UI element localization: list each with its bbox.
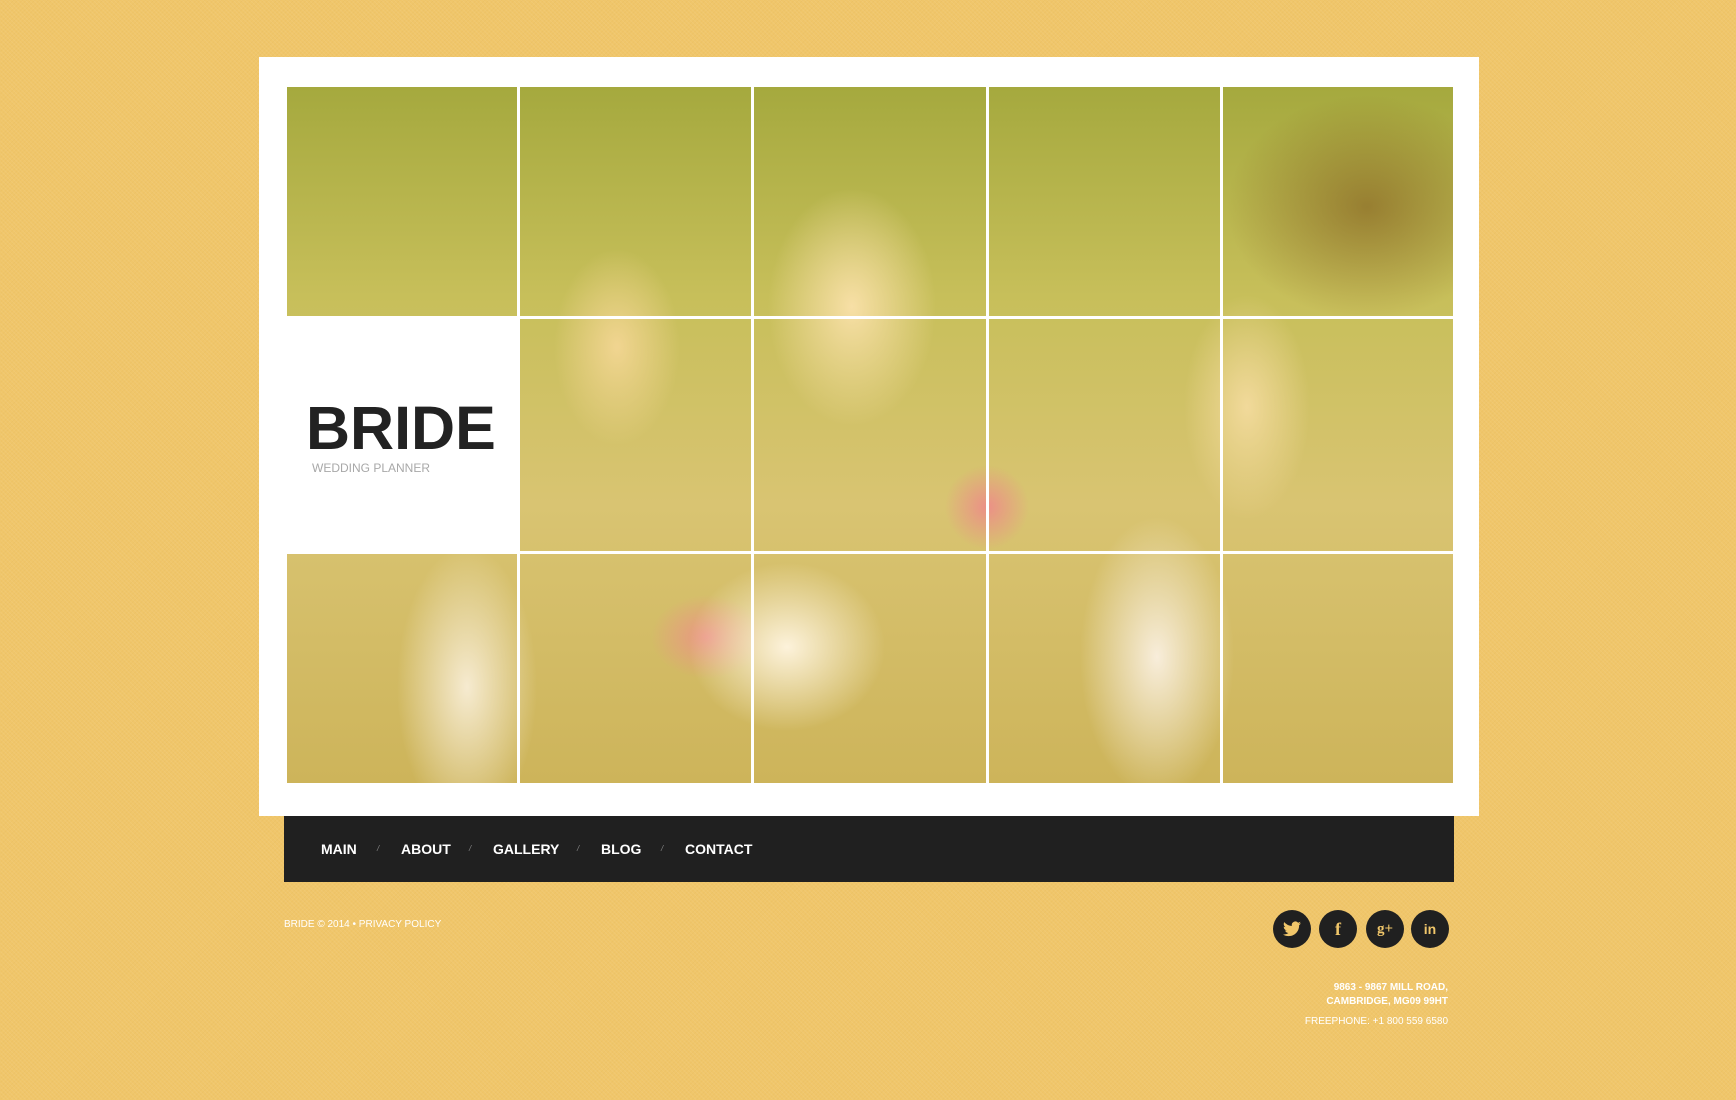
hero-image-tile [520, 554, 751, 783]
nav-separator: / [577, 844, 580, 853]
logo-title[interactable]: BRIDE [306, 398, 496, 459]
main-nav: MAIN / ABOUT / GALLERY / BLOG / CONTACT [284, 816, 1454, 882]
hero-image-tile [1223, 554, 1453, 783]
nav-separator: / [661, 844, 664, 853]
hero-image-tile [754, 87, 986, 316]
copyright-text: BRIDE © 2014 • [284, 919, 357, 930]
hero-image-tile [520, 319, 751, 551]
twitter-icon [1283, 921, 1301, 937]
facebook-button[interactable]: f [1319, 910, 1357, 948]
hero-image-tile [287, 554, 517, 783]
hero-image-tile [1223, 319, 1453, 551]
logo-subtitle: WEDDING PLANNER [312, 461, 431, 475]
linkedin-icon: in [1423, 921, 1437, 937]
google-plus-button[interactable]: g+ [1366, 910, 1404, 948]
nav-item-gallery[interactable]: GALLERY [493, 841, 559, 857]
nav-item-blog[interactable]: BLOG [601, 841, 641, 857]
nav-item-about[interactable]: ABOUT [401, 841, 451, 857]
hero-image-tile [989, 319, 1220, 551]
hero-image-tile [989, 87, 1220, 316]
facebook-icon: f [1335, 918, 1341, 939]
nav-separator: / [377, 844, 380, 853]
address-line-2: CAMBRIDGE, MG09 99HT [1326, 996, 1448, 1007]
address-line-1: 9863 - 9867 MILL ROAD, [1333, 982, 1448, 993]
google-plus-icon: g+ [1376, 920, 1394, 937]
hero-image-tile [989, 554, 1220, 783]
nav-item-main[interactable]: MAIN [321, 841, 357, 857]
hero-image-tile [520, 87, 751, 316]
twitter-button[interactable] [1273, 910, 1311, 948]
linkedin-button[interactable]: in [1411, 910, 1449, 948]
nav-separator: / [469, 844, 472, 853]
nav-item-contact[interactable]: CONTACT [685, 841, 752, 857]
hero-image-tile [754, 554, 986, 783]
copyright: BRIDE © 2014 • PRIVACY POLICY [284, 919, 441, 930]
privacy-policy-link[interactable]: PRIVACY POLICY [359, 919, 441, 930]
phone-number: FREEPHONE: +1 800 559 6580 [1304, 1016, 1448, 1027]
hero-image-tile [754, 319, 986, 551]
hero-image-tile [287, 87, 517, 316]
hero-image-tile [1223, 87, 1453, 316]
